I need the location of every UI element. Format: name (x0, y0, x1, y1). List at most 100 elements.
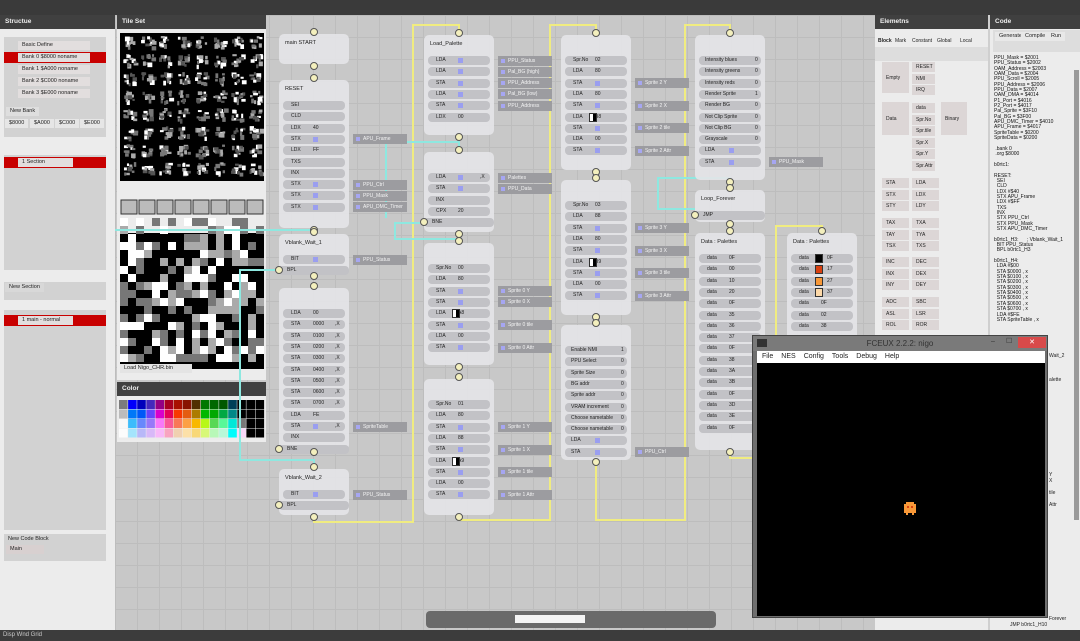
row-value[interactable]: 0 (621, 391, 624, 400)
node-row[interactable]: STA (428, 320, 490, 330)
node-row[interactable]: data 35 (699, 310, 761, 320)
flow-port[interactable] (455, 133, 463, 141)
code-node[interactable]: Spr.No 02 LDA 80 STA LDA 80 STA LDA B8 STA LDA 00 STA (561, 35, 631, 170)
element-button[interactable]: ASL (882, 308, 909, 319)
row-value[interactable]: 0500 (313, 377, 324, 386)
node-row[interactable]: VRAM increment 0 (565, 402, 627, 412)
fceux-menu-nes[interactable]: NES (781, 353, 795, 360)
row-value[interactable]: 3D (729, 401, 735, 410)
row-value[interactable]: 0 (755, 67, 758, 76)
element-button[interactable]: TAX (882, 218, 909, 228)
reference-label[interactable]: Sprite 3 tile (635, 268, 689, 279)
node-row[interactable]: data 02 (791, 310, 853, 320)
reference-label[interactable]: Sprite 1 Y (498, 422, 552, 433)
element-button[interactable]: STX (882, 189, 909, 200)
node-row[interactable]: STA (565, 246, 627, 256)
row-value[interactable]: 17 (827, 265, 833, 274)
link-dot[interactable] (458, 58, 463, 63)
flow-port[interactable] (310, 74, 318, 82)
link-dot[interactable] (595, 225, 600, 231)
reference-label[interactable]: PPU_Address (498, 100, 552, 111)
node-row[interactable]: LDX FF (283, 146, 345, 156)
row-value[interactable]: FF (313, 146, 319, 155)
node-row[interactable]: STA 0400 ,X (283, 365, 345, 375)
fceux-menu-help[interactable]: Help (885, 353, 899, 360)
reference-label[interactable]: PPU_Status (353, 254, 407, 265)
code-scrollbar[interactable] (1074, 70, 1079, 520)
branch-port[interactable] (691, 211, 699, 219)
node-row[interactable]: Grayscale 0 (699, 135, 761, 145)
element-button[interactable]: INC (882, 257, 909, 267)
reference-label[interactable]: Pal_BG (low) (498, 89, 552, 100)
node-row[interactable]: data 27 (791, 276, 853, 286)
node-row[interactable]: Not Clip Sprite 0 (699, 112, 761, 122)
node-row[interactable]: LDA 88 (428, 433, 490, 443)
row-value[interactable]: 38 (729, 356, 735, 365)
node-row[interactable]: data 38 (791, 321, 853, 331)
fceux-menu-file[interactable]: File (762, 353, 773, 360)
row-value[interactable]: 1 (621, 346, 624, 355)
node-row[interactable]: Spr.No 03 (565, 201, 627, 210)
row-value[interactable]: 3A (729, 367, 735, 376)
element-button[interactable]: DEY (912, 280, 939, 290)
row-value[interactable]: 80 (595, 67, 601, 76)
node-row[interactable]: LDA 00 (428, 479, 490, 489)
generated-code[interactable]: PPU_Mask = $2001 PPU_Status = $2002 OAM_… (994, 55, 1063, 323)
node-row[interactable]: STA (565, 123, 627, 133)
element-button[interactable]: INY (882, 280, 909, 290)
row-value[interactable]: 0 (621, 357, 624, 366)
row-value[interactable]: 1 (755, 90, 758, 99)
node-row[interactable]: Not Clip BG 0 (699, 123, 761, 133)
node-row[interactable]: data 37 (791, 287, 853, 297)
node-row[interactable]: data 0F (699, 299, 761, 309)
code-node[interactable]: Loop_Forever JMP (695, 190, 765, 222)
node-row[interactable]: BNE (424, 218, 494, 228)
row-value[interactable]: 0 (755, 113, 758, 122)
reference-label[interactable]: PPU_Status (498, 55, 552, 66)
node-row[interactable]: STA (428, 490, 490, 500)
row-value[interactable]: 00 (313, 309, 319, 318)
tile-preview[interactable] (589, 112, 597, 122)
row-value[interactable]: 0600 (313, 388, 324, 397)
row-value[interactable]: 38 (821, 322, 827, 331)
close-button[interactable]: ✕ (1018, 337, 1046, 348)
node-row[interactable]: STA (428, 422, 490, 432)
row-value[interactable]: FE (313, 411, 319, 420)
node-row[interactable]: STA (565, 223, 627, 233)
flow-port[interactable] (310, 513, 318, 521)
node-row[interactable]: LDA A9 (428, 456, 490, 466)
node-row[interactable]: STA (565, 447, 627, 457)
node-row[interactable]: Intensity blues 0 (699, 56, 761, 65)
row-value[interactable]: 88 (595, 212, 601, 221)
node-row[interactable]: LDA FE (283, 410, 345, 420)
row-value[interactable]: 40 (313, 124, 319, 133)
link-dot[interactable] (595, 80, 600, 86)
element-button[interactable]: LDX (912, 189, 939, 200)
reference-label[interactable]: Sprite 3 Attr (635, 290, 689, 301)
node-row[interactable]: LDA (565, 436, 627, 446)
row-value[interactable]: 0F (827, 254, 833, 263)
node-row[interactable]: LDA 80 (565, 234, 627, 244)
node-row[interactable]: Spr.No 00 (428, 264, 490, 273)
row-value[interactable]: 00 (458, 264, 464, 273)
element-button[interactable]: ROL (882, 320, 909, 330)
reference-label[interactable]: Palettes (498, 172, 552, 183)
color-swatch[interactable] (815, 276, 823, 286)
element-button[interactable]: Data (882, 102, 909, 135)
row-value[interactable]: 03 (595, 201, 601, 210)
link-dot[interactable] (729, 148, 734, 154)
element-button[interactable]: LDA (912, 178, 939, 188)
row-value[interactable]: 00 (595, 280, 601, 289)
reference-label[interactable]: SpriteTable (353, 421, 407, 432)
reference-label[interactable]: Sprite 0 X (498, 297, 552, 308)
row-value[interactable]: 0F (821, 299, 827, 308)
node-row[interactable]: STA (428, 343, 490, 353)
row-value[interactable]: 35 (729, 311, 735, 320)
link-dot[interactable] (458, 299, 463, 305)
node-row[interactable]: STA (428, 184, 490, 194)
row-value[interactable]: 0F (729, 424, 735, 433)
link-dot[interactable] (313, 136, 318, 142)
node-row[interactable]: JMP (695, 211, 765, 220)
node-row[interactable]: LDA 80 (565, 89, 627, 99)
horizontal-scrollbar[interactable] (426, 611, 716, 628)
